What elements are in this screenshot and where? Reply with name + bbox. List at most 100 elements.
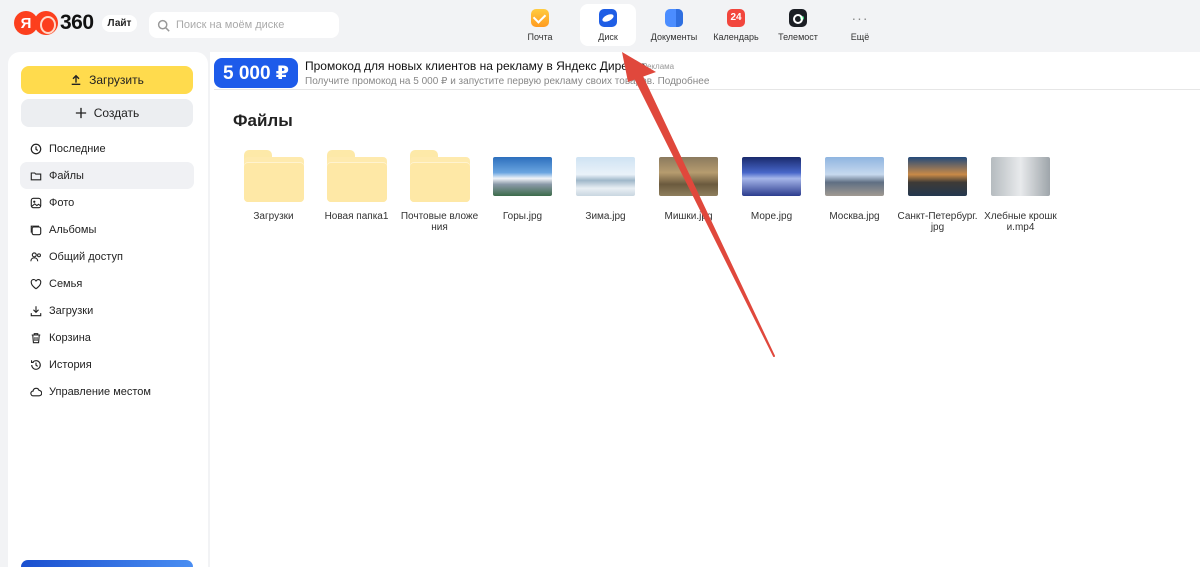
sidebar-item-albums[interactable]: Альбомы (20, 216, 194, 243)
promo-banner[interactable]: 5 000 ₽ Промокод для новых клиентов на р… (214, 58, 1200, 90)
folder-icon (30, 171, 42, 180)
search-box[interactable] (149, 12, 339, 38)
upload-icon (71, 74, 81, 85)
sidebar-item-label: Загрузки (49, 304, 94, 317)
sidebar-item-label: Файлы (49, 169, 84, 182)
service-disk[interactable]: Диск (580, 4, 636, 46)
file-thumb (907, 146, 969, 206)
sidebar-promo-card[interactable] (21, 560, 193, 567)
service-documents-label: Документы (650, 31, 698, 42)
service-mail-label: Почта (527, 31, 553, 42)
calendar-icon: 24 (727, 8, 745, 27)
file-item-image[interactable]: Горы.jpg (481, 146, 564, 233)
sidebar-item-files[interactable]: Файлы (20, 162, 194, 189)
create-button-label: Создать (93, 106, 140, 120)
file-name: Санкт-Петербург.jpg (897, 211, 978, 233)
sidebar-item-recent[interactable]: Последние (20, 135, 194, 162)
file-name: Загрузки (253, 211, 294, 222)
main-content: 5 000 ₽ Промокод для новых клиентов на р… (210, 52, 1200, 567)
service-calendar[interactable]: 24 Календарь (706, 4, 766, 46)
file-item-image[interactable]: Москва.jpg (813, 146, 896, 233)
sidebar-item-label: Общий доступ (49, 250, 123, 263)
banner-title: Промокод для новых клиентов на рекламу в… (305, 59, 646, 73)
file-name: Зима.jpg (585, 211, 626, 222)
folder-icon (326, 150, 387, 202)
file-name: Новая папка1 (324, 211, 389, 222)
search-icon (157, 19, 170, 32)
sidebar-item-label: Управление местом (49, 385, 151, 398)
file-item-image[interactable]: Море.jpg (730, 146, 813, 233)
mail-icon (531, 8, 549, 27)
file-name: Море.jpg (750, 211, 793, 222)
sidebar-item-shared[interactable]: Общий доступ (20, 243, 194, 270)
download-icon (30, 305, 42, 316)
file-name: Почтовые вложения (400, 211, 479, 233)
upload-button[interactable]: Загрузить (21, 66, 193, 94)
file-thumb (409, 146, 471, 206)
sidebar-item-history[interactable]: История (20, 351, 194, 378)
service-documents[interactable]: Документы (644, 4, 704, 46)
more-icon: ··· (851, 9, 869, 26)
photo-icon (30, 197, 42, 208)
telemost-icon (789, 8, 807, 27)
image-thumbnail (908, 156, 967, 196)
yandex-360-logo[interactable]: Я 360 Лайт (14, 11, 138, 35)
service-more-label: Ещё (850, 31, 870, 42)
file-name: Москва.jpg (829, 211, 880, 222)
logo-360-text: 360 (60, 11, 94, 34)
banner-ad-tag: Реклама (642, 62, 675, 71)
sidebar-item-label: История (49, 358, 92, 371)
sidebar-item-trash[interactable]: Корзина (20, 324, 194, 351)
video-thumbnail (991, 156, 1050, 196)
file-item-folder[interactable]: Почтовые вложения (398, 146, 481, 233)
file-item-image[interactable]: Мишки.jpg (647, 146, 730, 233)
upload-button-label: Загрузить (89, 73, 144, 87)
sidebar-item-label: Семья (49, 277, 83, 290)
service-telemost-label: Телемост (778, 31, 818, 42)
folder-icon (243, 150, 304, 202)
sidebar: Загрузить Создать Последние Файлы Фото А… (8, 52, 208, 567)
sidebar-item-photo[interactable]: Фото (20, 189, 194, 216)
service-calendar-label: Календарь (713, 31, 759, 42)
image-thumbnail (742, 156, 801, 196)
history-icon (30, 359, 41, 370)
sidebar-item-label: Последние (49, 142, 106, 155)
sidebar-item-storage[interactable]: Управление местом (20, 378, 194, 405)
sidebar-nav: Последние Файлы Фото Альбомы Общий досту… (20, 135, 194, 405)
plus-icon (75, 107, 86, 119)
sidebar-item-label: Альбомы (49, 223, 97, 236)
logo-rings-icon (34, 11, 58, 35)
lite-badge: Лайт (101, 14, 138, 32)
file-item-image[interactable]: Санкт-Петербург.jpg (896, 146, 979, 233)
file-item-folder[interactable]: Новая папка1 (315, 146, 398, 233)
service-mail[interactable]: Почта (510, 4, 570, 46)
sidebar-item-label: Фото (49, 196, 75, 209)
file-item-video[interactable]: Хлебные крошки.mp4 (979, 146, 1062, 233)
service-more[interactable]: ··· Ещё (830, 4, 890, 46)
album-icon (30, 225, 42, 235)
file-name: Мишки.jpg (664, 211, 713, 222)
file-thumb (741, 146, 803, 206)
clock-icon (30, 143, 42, 154)
disk-icon (599, 8, 617, 27)
file-name: Горы.jpg (502, 211, 543, 222)
documents-icon (665, 8, 683, 27)
services-nav: Почта Диск Документы 24 Календарь Телемо… (510, 4, 892, 46)
family-icon (30, 278, 42, 289)
search-input[interactable] (176, 19, 336, 31)
sidebar-item-downloads[interactable]: Загрузки (20, 297, 194, 324)
file-thumb (575, 146, 637, 206)
service-disk-label: Диск (598, 31, 618, 42)
sidebar-item-family[interactable]: Семья (20, 270, 194, 297)
file-item-folder[interactable]: Загрузки (232, 146, 315, 233)
file-name: Хлебные крошки.mp4 (984, 211, 1057, 233)
cloud-icon (30, 387, 42, 396)
service-telemost[interactable]: Телемост (768, 4, 828, 46)
create-button[interactable]: Создать (21, 99, 193, 127)
file-item-image[interactable]: Зима.jpg (564, 146, 647, 233)
file-thumb (990, 146, 1052, 206)
shared-icon (30, 251, 41, 261)
file-thumb (492, 146, 554, 206)
file-thumb (326, 146, 388, 206)
folder-icon (409, 150, 470, 202)
